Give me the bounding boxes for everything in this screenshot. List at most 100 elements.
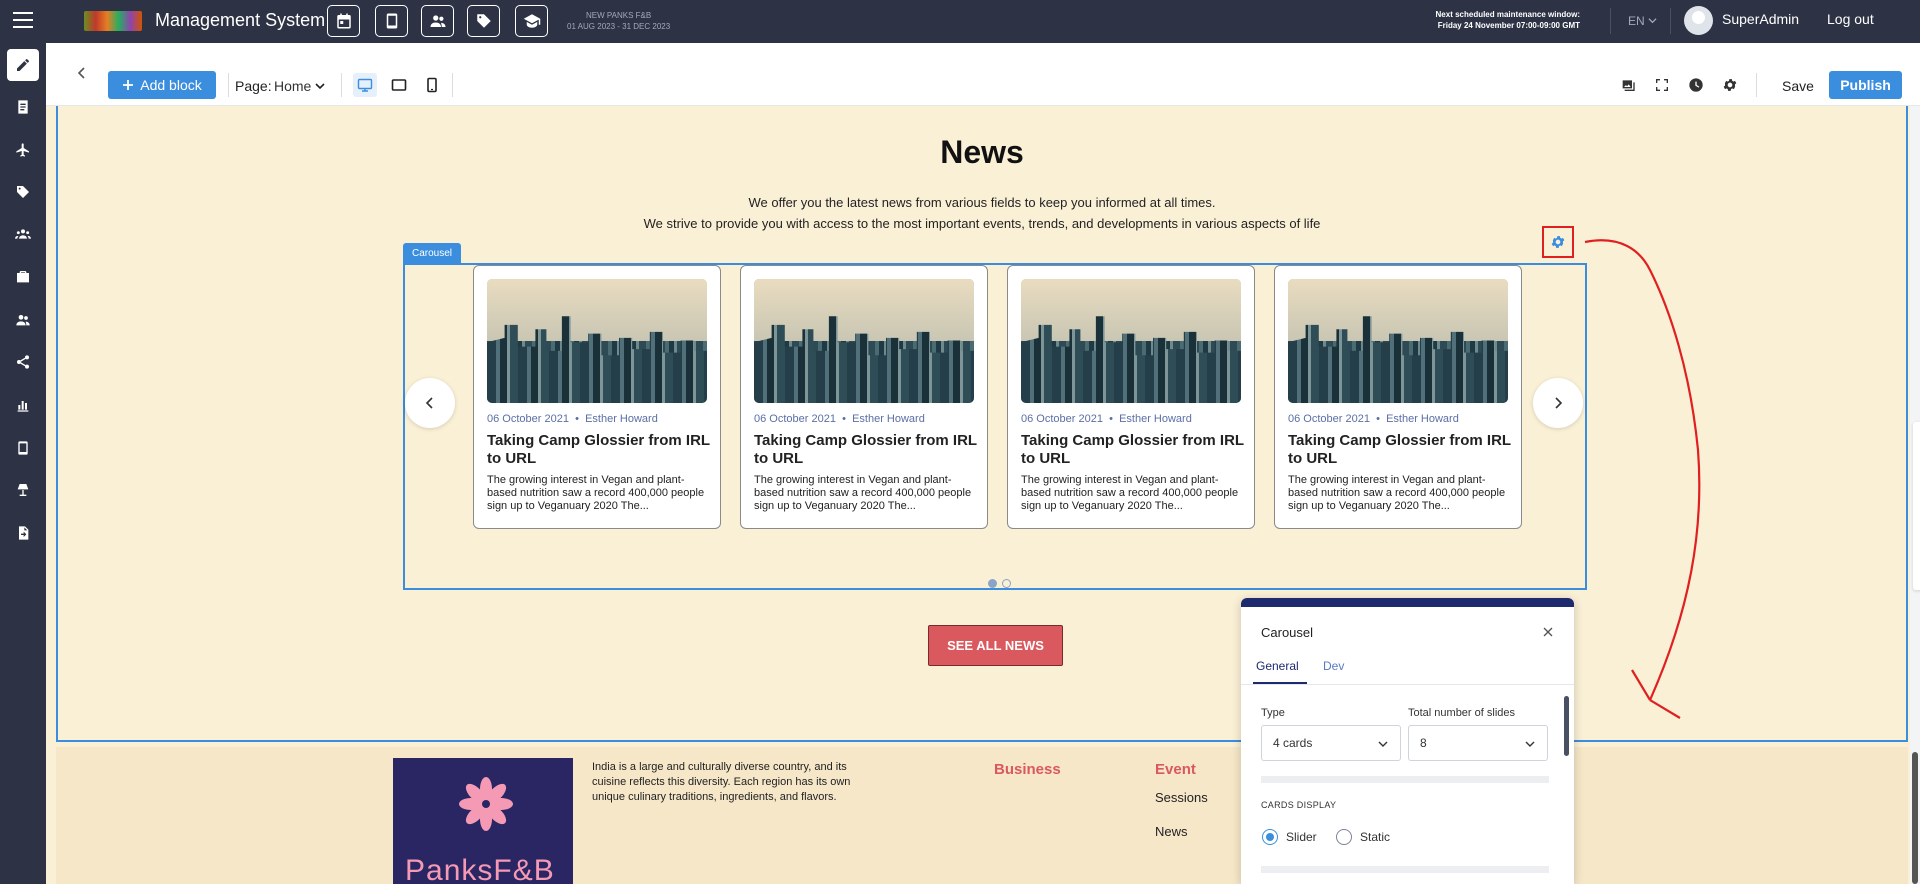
news-subtitle-line-1: We offer you the latest news from variou… bbox=[748, 195, 1216, 210]
event-name: NEW PANKS F&B bbox=[585, 11, 652, 20]
carousel-dot[interactable] bbox=[1002, 579, 1011, 588]
tab-general[interactable]: General bbox=[1256, 659, 1299, 673]
education-button[interactable] bbox=[515, 5, 548, 37]
media-button[interactable] bbox=[1618, 75, 1638, 95]
news-subtitle-line-2: We strive to provide you with access to … bbox=[643, 216, 1321, 231]
carousel-block-tag[interactable]: Carousel bbox=[403, 243, 461, 263]
slides-label: Total number of slides bbox=[1408, 707, 1515, 719]
news-card-title[interactable]: Taking Camp Glossier from IRL to URL bbox=[1288, 432, 1513, 468]
footer-link-news[interactable]: News bbox=[1155, 824, 1188, 839]
see-all-news-button[interactable]: SEE ALL NEWS bbox=[928, 625, 1063, 666]
settings-button[interactable] bbox=[1720, 75, 1740, 95]
sidebar-item-exhibitors[interactable] bbox=[7, 261, 39, 293]
news-card-date: 06 October 2021 bbox=[1288, 413, 1370, 425]
slider-radio-label[interactable]: Slider bbox=[1286, 830, 1317, 844]
page-canvas: News We offer you the latest news from v… bbox=[46, 106, 1920, 884]
news-card-meta: 06 October 2021 • Esther Howard bbox=[487, 413, 658, 425]
sidebar-item-documents[interactable] bbox=[7, 91, 39, 123]
tab-dev[interactable]: Dev bbox=[1323, 659, 1344, 673]
news-card[interactable]: 06 October 2021 • Esther Howard Taking C… bbox=[473, 265, 721, 529]
mobile-app-button[interactable] bbox=[375, 5, 408, 37]
page-selector[interactable]: Home bbox=[274, 78, 325, 94]
panel-scrollbar[interactable] bbox=[1564, 696, 1569, 756]
users-icon bbox=[430, 15, 445, 27]
username[interactable]: SuperAdmin bbox=[1722, 11, 1799, 27]
footer-block[interactable]: PanksF&B India is a large and culturally… bbox=[56, 747, 1908, 884]
sidebar-item-attendees[interactable] bbox=[7, 304, 39, 336]
chevron-right-icon bbox=[1555, 397, 1563, 409]
menu-icon[interactable] bbox=[13, 12, 33, 28]
sidebar-item-mobile[interactable] bbox=[7, 432, 39, 464]
static-radio[interactable] bbox=[1336, 829, 1352, 845]
slider-radio[interactable] bbox=[1262, 829, 1278, 845]
fullscreen-button[interactable] bbox=[1652, 75, 1672, 95]
news-card-title[interactable]: Taking Camp Glossier from IRL to URL bbox=[1021, 432, 1246, 468]
calendar-button[interactable] bbox=[327, 5, 360, 37]
news-card-title[interactable]: Taking Camp Glossier from IRL to URL bbox=[754, 432, 979, 468]
carousel-settings-button[interactable] bbox=[1542, 226, 1574, 258]
page-scrollbar[interactable] bbox=[1912, 752, 1918, 884]
sidebar-item-travel[interactable] bbox=[7, 134, 39, 166]
divider bbox=[452, 73, 453, 97]
desktop-view-button[interactable] bbox=[353, 73, 377, 97]
maintenance-line-2: Friday 24 November 07:00-09:00 GMT bbox=[1437, 21, 1580, 30]
briefcase-icon bbox=[17, 271, 29, 283]
slides-select[interactable]: 8 bbox=[1408, 725, 1548, 761]
carousel-pagination bbox=[988, 579, 1011, 588]
sidebar-item-kiosk[interactable] bbox=[7, 474, 39, 506]
sidebar-item-groups[interactable] bbox=[7, 218, 39, 250]
carousel-next-button[interactable] bbox=[1533, 378, 1583, 428]
language-selector[interactable]: EN bbox=[1628, 14, 1657, 28]
tags-button[interactable] bbox=[467, 5, 500, 37]
type-select[interactable]: 4 cards bbox=[1261, 725, 1401, 761]
sidebar-item-tags[interactable] bbox=[7, 176, 39, 208]
history-button[interactable] bbox=[1686, 75, 1706, 95]
static-radio-label[interactable]: Static bbox=[1360, 830, 1390, 844]
sidebar-item-reports[interactable] bbox=[7, 389, 39, 421]
logout-button[interactable]: Log out bbox=[1827, 11, 1874, 27]
pencil-icon bbox=[17, 59, 29, 71]
publish-button[interactable]: Publish bbox=[1829, 71, 1902, 99]
group-icon bbox=[15, 229, 31, 239]
file-export-icon bbox=[19, 526, 29, 540]
divider bbox=[1670, 8, 1671, 34]
news-card-author: Esther Howard bbox=[1119, 413, 1192, 425]
add-block-button[interactable]: Add block bbox=[108, 71, 216, 99]
news-card-image bbox=[754, 279, 974, 403]
news-card-author: Esther Howard bbox=[585, 413, 658, 425]
footer-link-sessions[interactable]: Sessions bbox=[1155, 790, 1208, 805]
chevron-down-icon bbox=[1525, 741, 1535, 747]
news-card-description: The growing interest in Vegan and plant-… bbox=[754, 474, 972, 512]
sidebar-item-editor[interactable] bbox=[7, 49, 39, 81]
carousel-dot[interactable] bbox=[988, 579, 997, 588]
attendees-button[interactable] bbox=[421, 5, 454, 37]
language-label: EN bbox=[1628, 14, 1645, 28]
divider bbox=[1610, 8, 1611, 34]
maintenance-line-1: Next scheduled maintenance window: bbox=[1435, 10, 1580, 19]
avatar[interactable] bbox=[1684, 6, 1713, 35]
flower-logo-icon bbox=[459, 777, 513, 831]
chevron-down-icon bbox=[315, 83, 325, 90]
chevron-down-icon bbox=[1648, 18, 1657, 24]
sidebar-item-export[interactable] bbox=[7, 517, 39, 549]
save-button[interactable]: Save bbox=[1782, 78, 1814, 94]
news-card[interactable]: 06 October 2021 • Esther Howard Taking C… bbox=[1274, 265, 1522, 529]
news-block[interactable]: News We offer you the latest news from v… bbox=[56, 106, 1908, 742]
news-card[interactable]: 06 October 2021 • Esther Howard Taking C… bbox=[1007, 265, 1255, 529]
phone-icon bbox=[427, 77, 437, 93]
chevron-left-icon[interactable] bbox=[74, 65, 90, 81]
news-card-title[interactable]: Taking Camp Glossier from IRL to URL bbox=[487, 432, 712, 468]
close-icon[interactable] bbox=[1541, 625, 1555, 639]
news-card-date: 06 October 2021 bbox=[754, 413, 836, 425]
images-icon bbox=[1622, 80, 1635, 91]
footer-col-business: Business bbox=[994, 761, 1061, 778]
carousel-prev-button[interactable] bbox=[405, 378, 455, 428]
sidebar-item-share[interactable] bbox=[7, 346, 39, 378]
footer-logo: PanksF&B bbox=[393, 758, 573, 884]
tablet-view-button[interactable] bbox=[387, 73, 411, 97]
news-card[interactable]: 06 October 2021 • Esther Howard Taking C… bbox=[740, 265, 988, 529]
news-carousel[interactable]: 06 October 2021 • Esther Howard Taking C… bbox=[403, 263, 1587, 590]
divider bbox=[228, 73, 229, 97]
calendar-icon bbox=[336, 13, 351, 29]
mobile-view-button[interactable] bbox=[420, 73, 444, 97]
